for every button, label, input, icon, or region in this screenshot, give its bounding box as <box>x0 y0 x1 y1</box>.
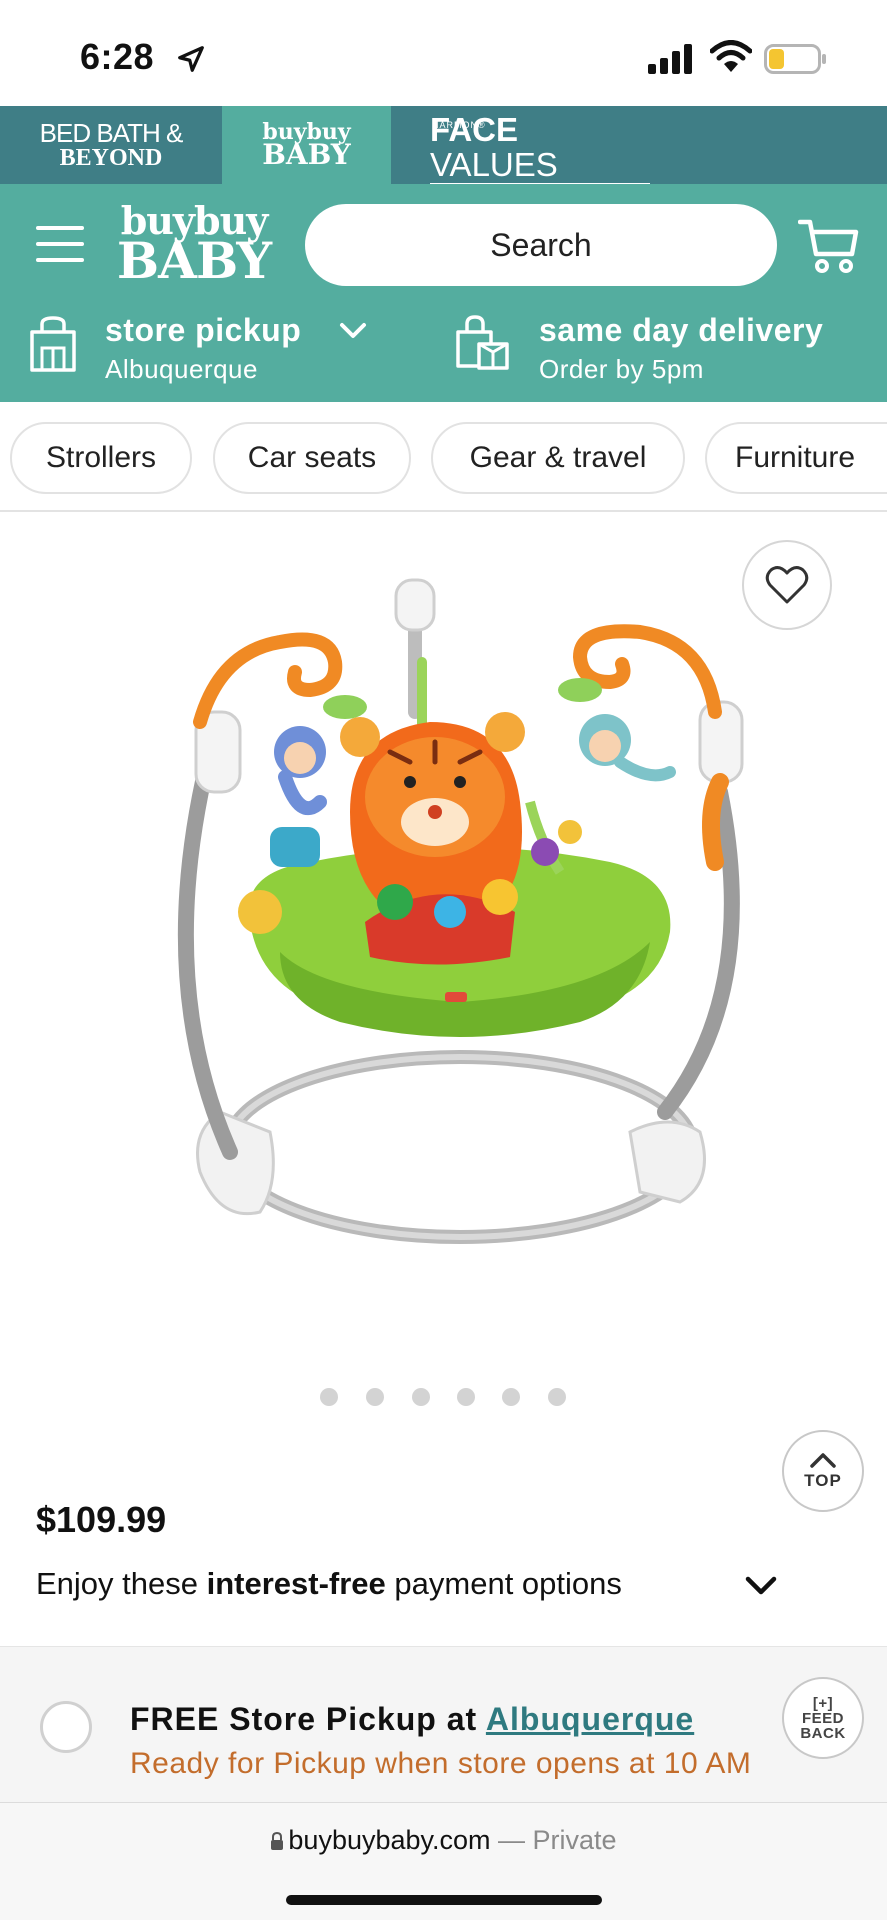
carousel-dot[interactable] <box>320 1388 338 1406</box>
payment-options-toggle[interactable]: Enjoy these interest-free payment option… <box>36 1566 622 1602</box>
carousel-dot[interactable] <box>412 1388 430 1406</box>
status-time: 6:28 <box>80 36 155 77</box>
lock-icon <box>271 1832 284 1850</box>
tab-bed-bath-beyond[interactable]: BED BATH & BEYOND <box>0 106 222 184</box>
product-image-jumperoo[interactable] <box>160 572 760 1312</box>
store-pickup-availability: Ready for Pickup when store opens at 10 … <box>130 1747 752 1780</box>
address-display: buybuybaby.com — Private <box>0 1825 887 1856</box>
payment-text-pre: Enjoy these <box>36 1566 207 1601</box>
private-label: — Private <box>490 1825 617 1855</box>
home-indicator[interactable] <box>286 1895 602 1905</box>
store-bag-icon <box>30 316 76 372</box>
search-input[interactable]: Search <box>305 204 777 286</box>
image-carousel-dots <box>0 1388 887 1408</box>
store-pickup-selector[interactable]: store pickup Albuquerque <box>28 312 428 392</box>
site-header: buybuy BABY Search store pickup Albuquer… <box>0 184 887 402</box>
battery-icon <box>764 44 826 74</box>
fulfillment-option-store-pickup[interactable]: FREE Store Pickup at Albuquerque Ready f… <box>0 1646 887 1802</box>
carousel-dot[interactable] <box>548 1388 566 1406</box>
payment-text-post: payment options <box>385 1566 622 1601</box>
delivery-package-icon <box>456 315 509 370</box>
cellular-signal-icon <box>648 44 692 74</box>
carousel-dot[interactable] <box>457 1388 475 1406</box>
logo-line2: BABY <box>116 231 272 291</box>
harmon-label: HARMON® <box>432 120 486 130</box>
brand-switcher: BED BATH & BEYOND buybuy BABY HARMON® FA… <box>0 106 887 185</box>
status-bar: 6:28 <box>0 0 887 106</box>
store-pickup-radio[interactable] <box>40 1701 92 1753</box>
feedback-plus: [+] <box>812 1694 834 1712</box>
store-pickup-option-title: FREE Store Pickup at Albuquerque <box>130 1701 694 1738</box>
product-detail: TOP $109.99 Enjoy these interest-free pa… <box>0 512 887 1648</box>
carousel-dot[interactable] <box>502 1388 520 1406</box>
chip-gear-travel[interactable]: Gear & travel <box>431 422 685 494</box>
store-location-link[interactable]: Albuquerque <box>486 1701 694 1737</box>
tab-buybuy-baby[interactable]: buybuy BABY <box>222 106 391 184</box>
store-pickup-title: store pickup <box>105 312 302 348</box>
chip-furniture[interactable]: Furniture <box>705 422 887 494</box>
browser-address-bar[interactable]: buybuybaby.com — Private <box>0 1802 887 1920</box>
same-day-delivery-title: same day delivery <box>539 312 824 348</box>
payment-text-bold: interest-free <box>206 1566 386 1601</box>
address-domain: buybuybaby.com <box>288 1825 491 1855</box>
feedback-button[interactable]: [+] FEED BACK <box>782 1677 864 1759</box>
feedback-line2: BACK <box>800 1724 846 1742</box>
bbb-logo-line2: BEYOND <box>59 145 163 171</box>
face-values-light: VALUES <box>430 146 558 183</box>
location-arrow-icon <box>178 46 204 72</box>
chevron-up-icon <box>810 1453 836 1468</box>
heart-icon <box>765 566 809 604</box>
tab-harmon-face-values[interactable]: HARMON® FACE VALUES <box>430 106 650 185</box>
carousel-dot[interactable] <box>366 1388 384 1406</box>
chip-strollers[interactable]: Strollers <box>10 422 192 494</box>
back-to-top-label: TOP <box>804 1471 842 1490</box>
chip-car-seats[interactable]: Car seats <box>213 422 411 494</box>
bbb-logo-line1: BED BATH & <box>39 118 184 148</box>
chevron-down-icon[interactable] <box>744 1574 778 1598</box>
wifi-icon <box>710 40 752 72</box>
buybuy-baby-logo[interactable]: buybuy BABY <box>116 201 272 291</box>
bbby-logo-line2: BABY <box>262 138 351 172</box>
feedback-line1: FEED <box>801 1709 844 1727</box>
chevron-down-icon <box>340 323 366 338</box>
store-pickup-option-prefix: FREE Store Pickup at <box>130 1701 486 1737</box>
store-pickup-location: Albuquerque <box>105 354 258 384</box>
back-to-top-button[interactable]: TOP <box>782 1430 864 1512</box>
menu-icon[interactable] <box>36 224 86 264</box>
cart-icon[interactable] <box>798 216 860 276</box>
category-chips: Strollers Car seats Gear & travel Furnit… <box>0 402 887 512</box>
same-day-delivery-cutoff: Order by 5pm <box>539 354 704 384</box>
product-price: $109.99 <box>36 1499 167 1540</box>
same-day-delivery[interactable]: same day delivery Order by 5pm <box>455 312 875 392</box>
